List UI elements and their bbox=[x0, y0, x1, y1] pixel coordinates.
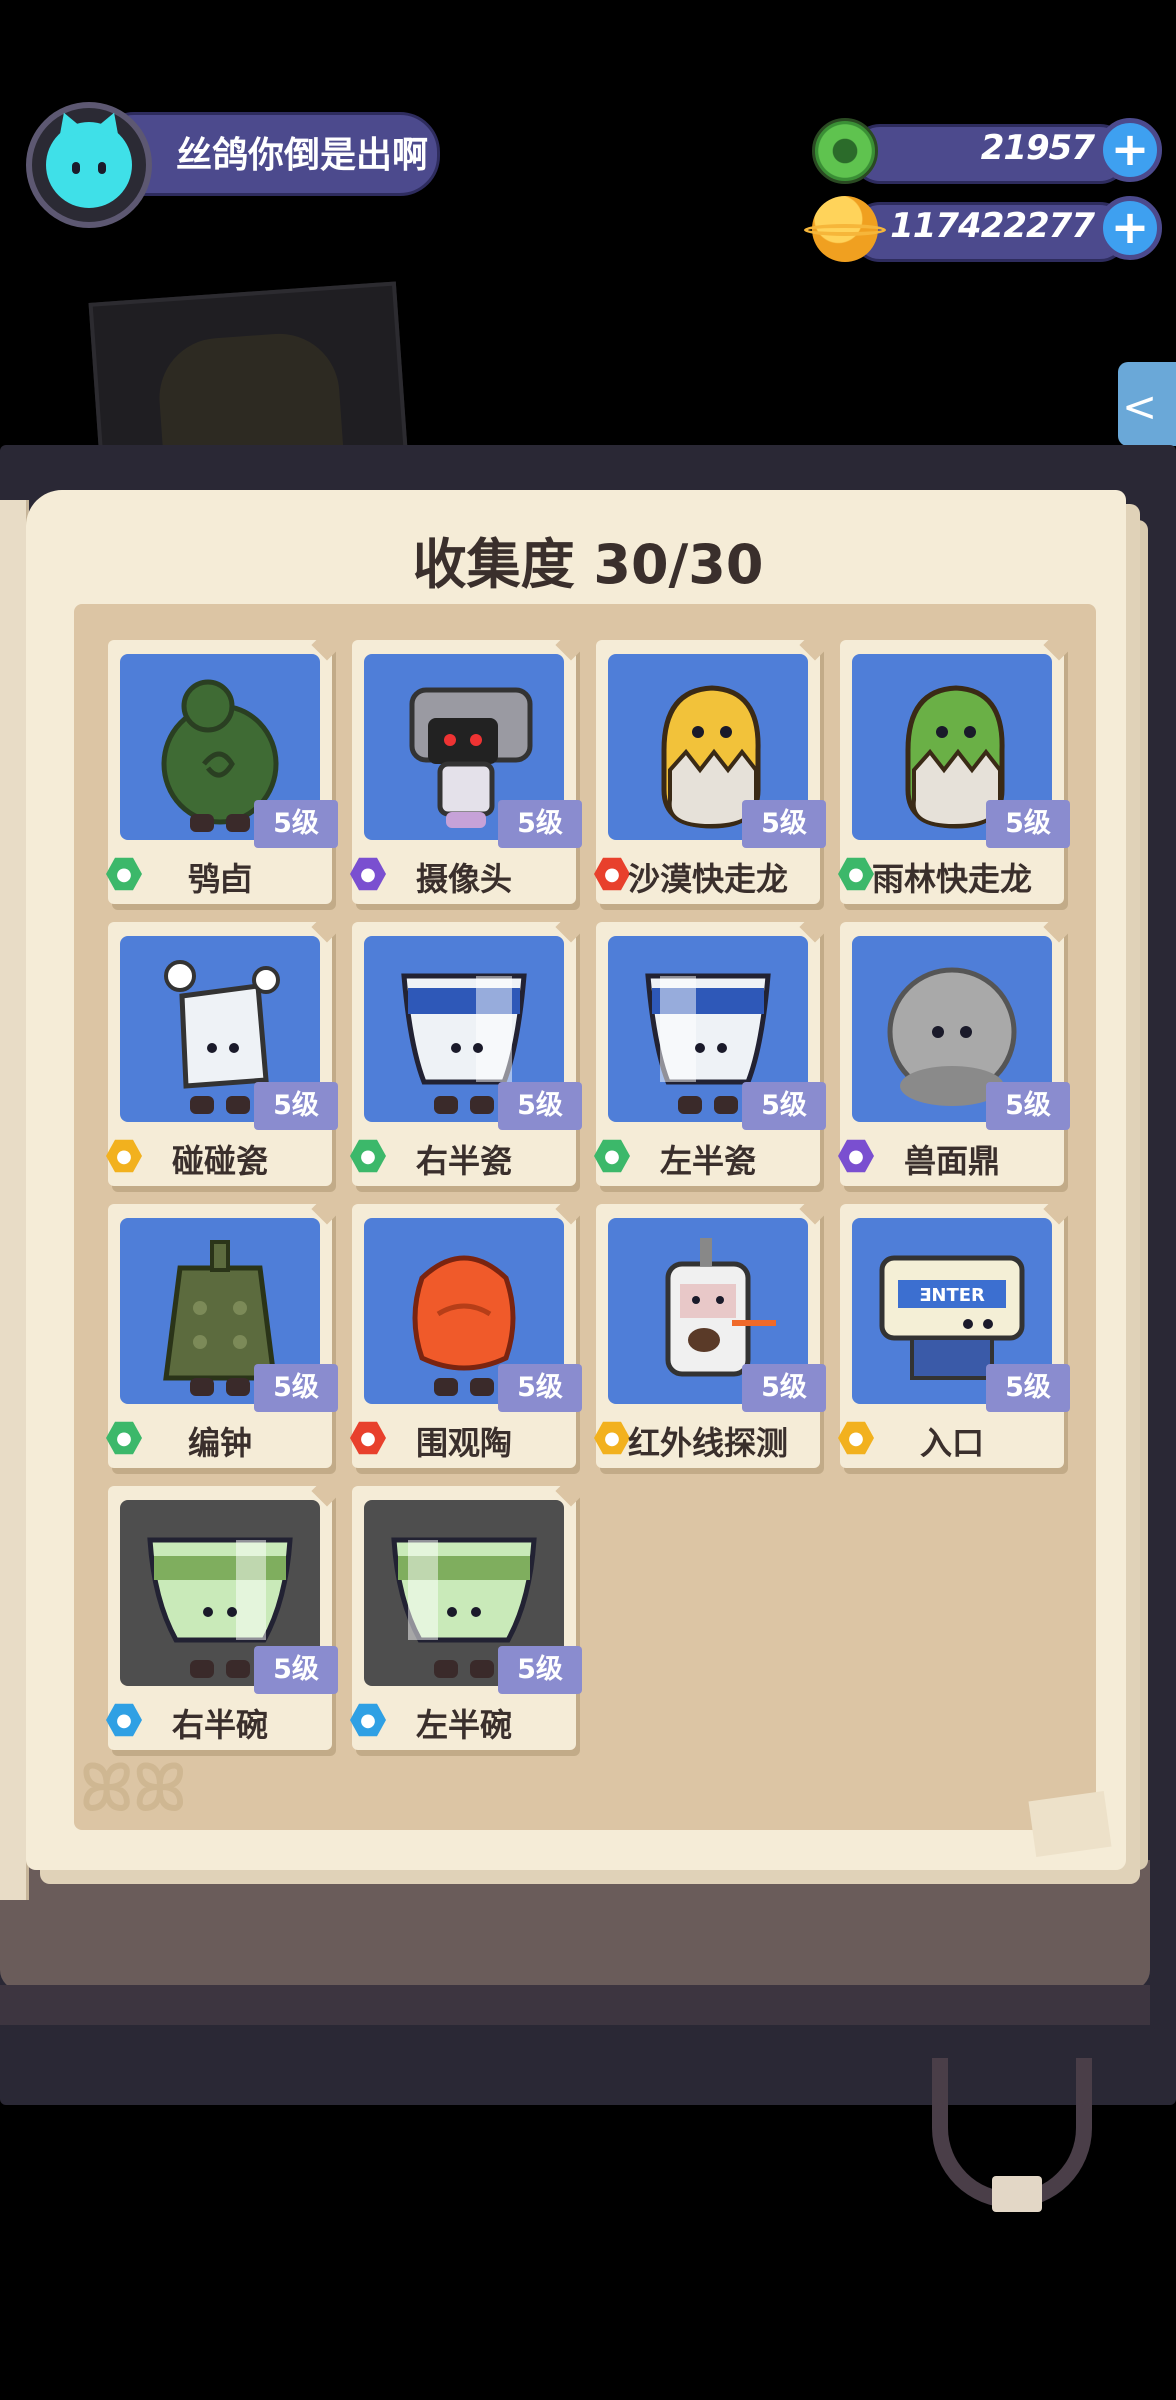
level-badge: 5级 bbox=[986, 1364, 1070, 1412]
book-ribbon-tag bbox=[992, 2176, 1042, 2212]
book-left-page bbox=[0, 500, 29, 1900]
background-picture-frame bbox=[88, 281, 408, 471]
collection-card[interactable]: 5级 ● 左半瓷 bbox=[594, 911, 831, 1186]
level-badge: 5级 bbox=[986, 800, 1070, 848]
page-corner-curl bbox=[1028, 1790, 1112, 1858]
creature-name: 雨林快走龙 bbox=[871, 860, 1032, 898]
collection-card[interactable]: 5级 ● 摄像头 bbox=[350, 629, 587, 904]
share-icon: < bbox=[1122, 382, 1158, 431]
collection-card[interactable]: 5级 ● 围观陶 bbox=[350, 1193, 587, 1468]
creature-name: 红外线探测 bbox=[627, 1424, 788, 1462]
collection-card[interactable]: 5级 ● 红外线探测 bbox=[594, 1193, 831, 1468]
creature-name: 右半碗 bbox=[171, 1706, 268, 1744]
level-badge: 5级 bbox=[254, 1364, 338, 1412]
creature-name: 摄像头 bbox=[415, 860, 512, 898]
collection-card[interactable]: 5级 ● 兽面鼎 bbox=[838, 911, 1075, 1186]
level-badge: 5级 bbox=[254, 800, 338, 848]
share-button[interactable]: < bbox=[1118, 362, 1176, 446]
level-badge: 5级 bbox=[742, 1364, 826, 1412]
add-coins-button[interactable]: + bbox=[1098, 196, 1162, 260]
level-badge: 5级 bbox=[742, 800, 826, 848]
level-badge: 5级 bbox=[498, 1364, 582, 1412]
creature-name: 右半瓷 bbox=[415, 1142, 512, 1180]
creature-name: 兽面鼎 bbox=[903, 1142, 1000, 1180]
player-profile[interactable]: 丝鸽你倒是出啊 bbox=[14, 98, 440, 228]
level-badge: 5级 bbox=[498, 800, 582, 848]
book-cover-edge bbox=[0, 1985, 1150, 2025]
coin-amount: 117422277 bbox=[890, 206, 1095, 246]
collection-title: 收集度 30/30 bbox=[412, 533, 764, 596]
cat-avatar-icon[interactable] bbox=[26, 102, 152, 228]
creature-name: 沙漠快走龙 bbox=[627, 860, 788, 898]
svg-text:ƎNTER: ƎNTER bbox=[919, 1285, 985, 1306]
collection-card[interactable]: ƎNTER 5级 ● 入口 bbox=[838, 1193, 1075, 1468]
creature-name: 碰碰瓷 bbox=[171, 1142, 268, 1180]
creature-name: 围观陶 bbox=[415, 1424, 512, 1462]
creature-name: 鸮卣 bbox=[187, 860, 252, 898]
collection-card[interactable]: 5级 ● 碰碰瓷 bbox=[106, 911, 343, 1186]
collection-card[interactable]: 5级 ● 鸮卣 bbox=[106, 629, 343, 904]
book-page-edge bbox=[1126, 520, 1148, 1870]
level-badge: 5级 bbox=[254, 1646, 338, 1694]
level-badge: 5级 bbox=[498, 1646, 582, 1694]
collection-card[interactable]: 5级 ● 左半碗 bbox=[350, 1475, 587, 1750]
level-badge: 5级 bbox=[986, 1082, 1070, 1130]
gem-amount: 21957 bbox=[980, 128, 1095, 168]
book-cover-bottom bbox=[0, 1860, 1150, 1990]
collection-card[interactable]: 5级 ● 雨林快走龙 bbox=[838, 629, 1075, 904]
coin-currency: 117422277 + bbox=[804, 196, 1162, 262]
collection-card[interactable]: 5级 ● 沙漠快走龙 bbox=[594, 629, 831, 904]
creature-name: 入口 bbox=[919, 1424, 984, 1462]
gold-planet-coin-icon bbox=[804, 196, 886, 262]
creature-name: 左半碗 bbox=[415, 1706, 512, 1744]
green-gem-icon bbox=[812, 118, 878, 184]
creature-name: 编钟 bbox=[187, 1424, 252, 1462]
level-badge: 5级 bbox=[742, 1082, 826, 1130]
creature-name: 左半瓷 bbox=[659, 1142, 756, 1180]
level-badge: 5级 bbox=[254, 1082, 338, 1130]
collection-card[interactable]: 5级 ● 右半碗 bbox=[106, 1475, 343, 1750]
collection-card[interactable]: 5级 ● 编钟 bbox=[106, 1193, 343, 1468]
gem-currency: 21957 + bbox=[812, 118, 1162, 184]
player-name: 丝鸽你倒是出啊 bbox=[176, 135, 429, 176]
watermark-cat-logo: ꕤꕤ bbox=[80, 1752, 187, 1826]
collection-card[interactable]: 5级 ● 右半瓷 bbox=[350, 911, 587, 1186]
level-badge: 5级 bbox=[498, 1082, 582, 1130]
add-gems-button[interactable]: + bbox=[1098, 118, 1162, 182]
